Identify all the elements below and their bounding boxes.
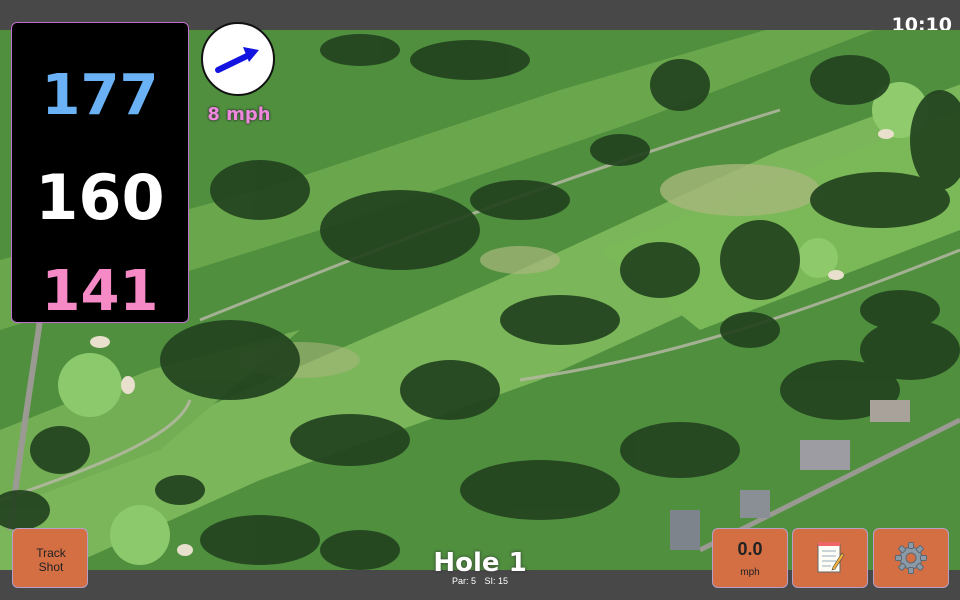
notepad-icon — [817, 542, 845, 573]
speed-unit: mph — [740, 567, 760, 578]
arrow-icon — [215, 47, 259, 73]
settings-button[interactable] — [873, 528, 949, 588]
hole-par: Par: 5 — [451, 576, 476, 586]
wind-speed: 8 mph — [207, 104, 271, 125]
hole-title: Hole 1 — [433, 548, 527, 578]
distance-middle: 160 — [35, 161, 165, 234]
speed-button[interactable]: 0.0 mph — [712, 528, 788, 588]
track-shot-button[interactable]: Track Shot — [12, 528, 88, 588]
hole-si: SI: 15 — [484, 576, 509, 586]
distance-front: 141 — [41, 259, 159, 324]
gear-icon — [895, 542, 927, 574]
distance-back: 177 — [41, 63, 159, 128]
notes-button[interactable] — [792, 528, 868, 588]
distance-panel: 177 160 141 — [11, 22, 189, 324]
wind-direction-dial — [201, 22, 275, 96]
hole-meta: Par: 5 SI: 15 — [380, 576, 580, 586]
speed-value: 0.0 — [737, 539, 763, 559]
track-shot-label: Track Shot — [36, 546, 66, 574]
